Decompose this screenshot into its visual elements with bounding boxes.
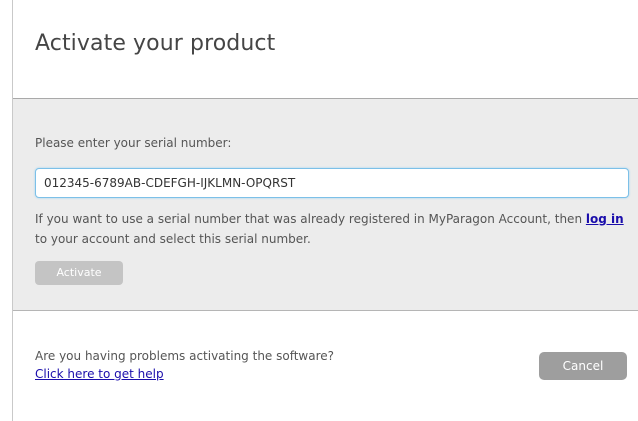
dialog-title: Activate your product: [35, 31, 276, 56]
help-section: Are you having problems activating the s…: [35, 347, 334, 383]
serial-prompt-label: Please enter your serial number:: [35, 136, 232, 150]
dialog-header: Activate your product: [13, 0, 638, 99]
serial-number-input[interactable]: [35, 168, 629, 198]
activation-dialog: Activate your product Please enter your …: [12, 0, 638, 421]
login-link[interactable]: log in: [586, 212, 624, 226]
serial-info-text: If you want to use a serial number that …: [35, 209, 625, 249]
activation-panel: Please enter your serial number: If you …: [13, 99, 638, 311]
activate-button[interactable]: Activate: [35, 261, 123, 285]
info-text-before: If you want to use a serial number that …: [35, 212, 586, 226]
get-help-link[interactable]: Click here to get help: [35, 367, 164, 381]
help-question: Are you having problems activating the s…: [35, 349, 335, 363]
cancel-button[interactable]: Cancel: [539, 352, 627, 380]
info-text-after: to your account and select this serial n…: [35, 232, 311, 246]
